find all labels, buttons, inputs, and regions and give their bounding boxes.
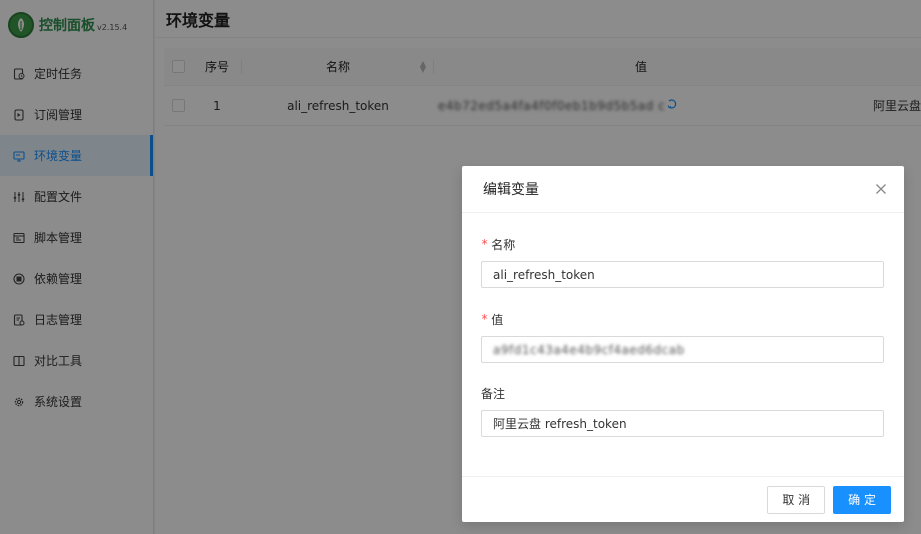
value-input-value: a9fd1c43a4e4b9cf4aed6dcab [493, 342, 685, 357]
modal-footer: 取 消 确 定 [462, 476, 904, 522]
remark-input-value: 阿里云盘 refresh_token [493, 417, 627, 431]
name-input[interactable]: ali_refresh_token [481, 261, 884, 288]
remark-label-text: 备注 [481, 386, 506, 401]
name-input-value: ali_refresh_token [493, 267, 595, 282]
form-item-value: * 值 a9fd1c43a4e4b9cf4aed6dcab [481, 310, 884, 363]
confirm-button[interactable]: 确 定 [833, 485, 891, 514]
form-item-remark: 备注 阿里云盘 refresh_token [481, 384, 884, 437]
required-mark: * [481, 312, 489, 326]
value-input[interactable]: a9fd1c43a4e4b9cf4aed6dcab [481, 336, 884, 363]
close-icon[interactable] [872, 180, 890, 198]
remark-label: 备注 [481, 384, 884, 402]
edit-variable-modal: 编辑变量 * 名称 ali_refresh_token * 值 a9fd1c43… [462, 166, 904, 522]
remark-input[interactable]: 阿里云盘 refresh_token [481, 410, 884, 437]
value-label-text: 值 [491, 312, 504, 327]
required-mark: * [481, 237, 489, 251]
value-label: * 值 [481, 310, 884, 328]
name-label: * 名称 [481, 235, 884, 253]
modal-title: 编辑变量 [483, 182, 539, 198]
cancel-button[interactable]: 取 消 [767, 485, 826, 514]
form-item-name: * 名称 ali_refresh_token [481, 235, 884, 288]
name-label-text: 名称 [491, 237, 516, 252]
modal-header: 编辑变量 [462, 166, 904, 213]
